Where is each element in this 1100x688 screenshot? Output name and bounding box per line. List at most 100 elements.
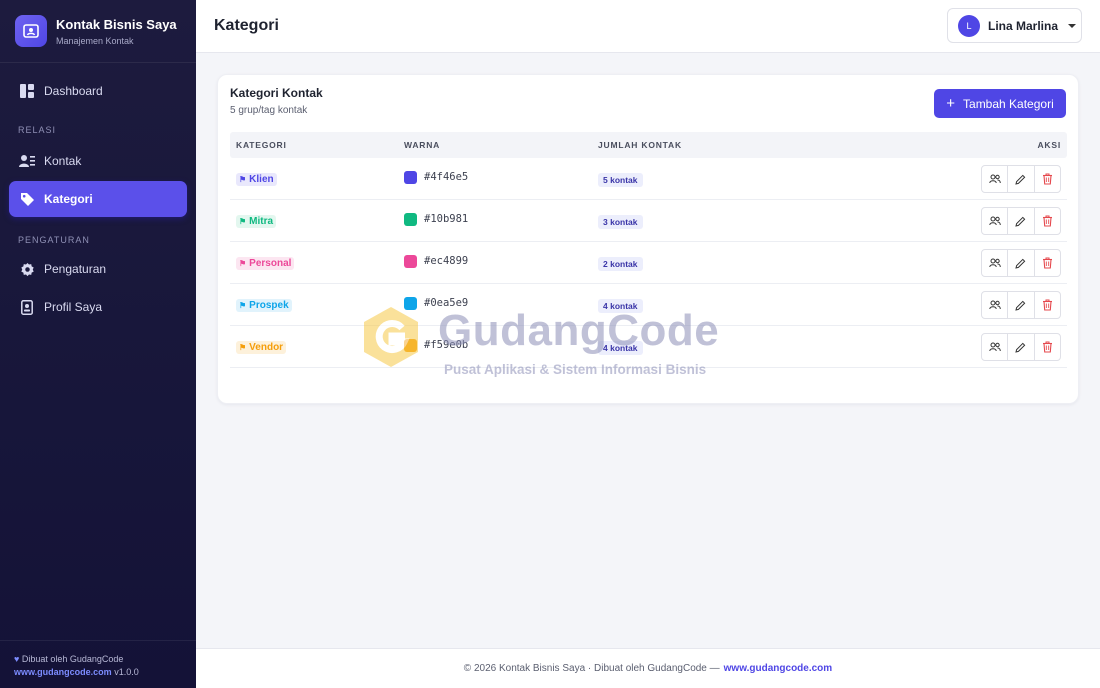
sidebar-item-pengaturan[interactable]: Pengaturan	[9, 251, 187, 287]
color-hex: #ec4899	[424, 255, 469, 267]
color-swatch	[404, 297, 417, 310]
table-row: ⚑ Klien #4f46e5 5 kontak	[230, 158, 1067, 200]
contact-count-badge: 5 kontak	[598, 173, 643, 187]
page-footer: © 2026 Kontak Bisnis Saya · Dibuat oleh …	[196, 648, 1100, 688]
caret-down-icon	[1068, 23, 1077, 28]
tag-icon: ⚑	[239, 259, 247, 268]
row-actions	[981, 207, 1061, 235]
row-actions	[981, 333, 1061, 361]
sidebar-item-dashboard[interactable]: Dashboard	[9, 73, 187, 109]
contact-count-badge: 3 kontak	[598, 215, 643, 229]
avatar: L	[958, 14, 980, 37]
delete-button[interactable]	[1035, 166, 1060, 192]
table-row: ⚑ Personal #ec4899 2 kontak	[230, 242, 1067, 284]
brand[interactable]: Kontak Bisnis Saya Manajemen Kontak	[0, 0, 196, 63]
edit-button[interactable]	[1008, 250, 1035, 276]
sidebar: Kontak Bisnis Saya Manajemen Kontak Dash…	[0, 0, 196, 688]
card-title: Kategori Kontak	[230, 86, 323, 100]
table-row: ⚑ Vendor #f59e0b 4 kontak	[230, 326, 1067, 368]
contact-count-badge: 4 kontak	[598, 299, 643, 313]
sidebar-footer: ♥ Dibuat oleh GudangCode www.gudangcode.…	[0, 640, 196, 688]
category-name: Personal	[249, 258, 292, 269]
gear-icon	[19, 261, 35, 277]
category-name: Klien	[249, 174, 274, 185]
category-name: Mitra	[249, 216, 274, 227]
card-subtitle: 5 grup/tag kontak	[230, 105, 308, 116]
table-row: ⚑ Mitra #10b981 3 kontak	[230, 200, 1067, 242]
row-actions	[981, 165, 1061, 193]
pencil-icon	[1015, 258, 1026, 269]
add-category-button[interactable]: + Tambah Kategori	[934, 89, 1066, 118]
color-hex: #4f46e5	[424, 171, 469, 183]
table-row: ⚑ Prospek #0ea5e9 4 kontak	[230, 284, 1067, 326]
users-icon	[988, 174, 1001, 184]
tag-icon	[19, 191, 35, 207]
view-members-button[interactable]	[982, 208, 1009, 234]
category-name: Vendor	[249, 342, 284, 353]
footer-text: © 2026 Kontak Bisnis Saya · Dibuat oleh …	[463, 663, 720, 674]
add-category-label: Tambah Kategori	[963, 96, 1054, 111]
nav-section-relasi: RELASI	[18, 125, 57, 135]
pencil-icon	[1015, 216, 1026, 227]
view-members-button[interactable]	[982, 334, 1009, 360]
table-header: KATEGORI WARNA JUMLAH KONTAK AKSI	[230, 132, 1067, 158]
column-header-warna: WARNA	[404, 140, 441, 150]
delete-button[interactable]	[1035, 250, 1060, 276]
color-swatch	[404, 213, 417, 226]
category-tag: ⚑ Mitra	[236, 215, 277, 228]
user-name: Lina Marlina	[988, 18, 1059, 33]
edit-button[interactable]	[1008, 334, 1035, 360]
nav-section-pengaturan: PENGATURAN	[18, 235, 90, 245]
sidebar-item-label: Profil Saya	[44, 300, 103, 314]
edit-button[interactable]	[1008, 208, 1035, 234]
trash-icon	[1042, 173, 1052, 185]
tag-icon: ⚑	[239, 217, 247, 226]
topbar: Kategori L Lina Marlina	[196, 0, 1100, 53]
contact-count-badge: 2 kontak	[598, 257, 643, 271]
category-name: Prospek	[249, 300, 289, 311]
tag-icon: ⚑	[239, 343, 247, 352]
sidebar-item-profil[interactable]: Profil Saya	[9, 289, 187, 325]
sidebar-item-label: Kategori	[44, 192, 93, 206]
trash-icon	[1042, 299, 1052, 311]
contact-count-badge: 4 kontak	[598, 341, 643, 355]
footer-website-link[interactable]: www.gudangcode.com	[14, 667, 112, 677]
color-hex: #10b981	[424, 213, 469, 225]
sidebar-item-kategori[interactable]: Kategori	[9, 181, 187, 217]
brand-title: Kontak Bisnis Saya	[56, 16, 177, 32]
brand-subtitle: Manajemen Kontak	[56, 35, 134, 46]
view-members-button[interactable]	[982, 292, 1009, 318]
tag-icon: ⚑	[239, 301, 247, 310]
id-badge-icon	[19, 299, 35, 315]
page-title: Kategori	[214, 17, 279, 34]
category-tag: ⚑ Vendor	[236, 341, 287, 354]
column-header-jumlah: JUMLAH KONTAK	[598, 140, 682, 150]
pencil-icon	[1015, 300, 1026, 311]
sidebar-item-label: Kontak	[44, 154, 82, 168]
footer-credit: Dibuat oleh GudangCode	[21, 654, 124, 664]
color-swatch	[404, 171, 417, 184]
category-tag: ⚑ Klien	[236, 173, 277, 186]
app-version: v1.0.0	[114, 667, 139, 677]
footer-link[interactable]: www.gudangcode.com	[724, 663, 833, 674]
trash-icon	[1042, 341, 1052, 353]
category-card: Kategori Kontak 5 grup/tag kontak + Tamb…	[217, 74, 1079, 404]
sidebar-item-kontak[interactable]: Kontak	[9, 143, 187, 179]
users-icon	[988, 216, 1001, 226]
contact-card-icon	[15, 15, 47, 47]
edit-button[interactable]	[1008, 166, 1035, 192]
users-icon	[988, 258, 1001, 268]
contacts-icon	[19, 153, 35, 169]
delete-button[interactable]	[1035, 208, 1060, 234]
delete-button[interactable]	[1035, 292, 1060, 318]
delete-button[interactable]	[1035, 334, 1060, 360]
view-members-button[interactable]	[982, 250, 1009, 276]
edit-button[interactable]	[1008, 292, 1035, 318]
trash-icon	[1042, 215, 1052, 227]
users-icon	[988, 300, 1001, 310]
sidebar-item-label: Pengaturan	[44, 262, 107, 276]
color-swatch	[404, 339, 417, 352]
view-members-button[interactable]	[982, 166, 1009, 192]
user-menu-button[interactable]: L Lina Marlina	[947, 8, 1082, 43]
color-swatch	[404, 255, 417, 268]
